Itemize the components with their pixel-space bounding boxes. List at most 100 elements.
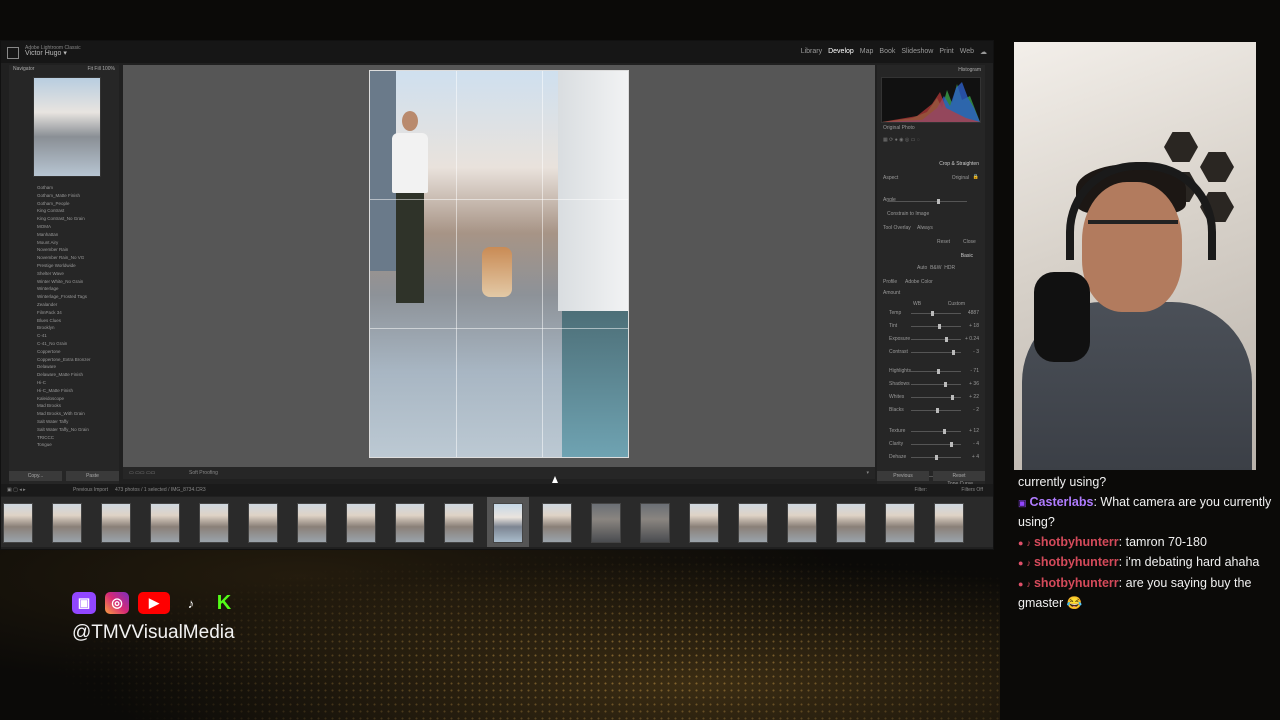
filmstrip-thumbnail[interactable] (591, 503, 621, 543)
preset-item[interactable]: Mount Airy (9, 240, 119, 248)
wb-dropdown[interactable]: Custom (948, 301, 965, 307)
treatment-hdr[interactable]: HDR (944, 265, 955, 271)
preset-item[interactable]: C-41_No Grain (9, 341, 119, 349)
preset-item[interactable]: Delaware_Matte Finish (9, 372, 119, 380)
crop-reset-button[interactable]: Reset (937, 239, 950, 245)
basic-panel-header[interactable]: Basic (961, 253, 973, 259)
slider-highlights[interactable] (911, 369, 961, 374)
slider-value[interactable]: + 36 (969, 381, 979, 387)
aspect-dropdown[interactable]: Original (952, 175, 969, 181)
slider-value[interactable]: + 22 (969, 394, 979, 400)
preset-item[interactable]: Shelter Wave (9, 271, 119, 279)
filmstrip-thumbnail[interactable] (150, 503, 180, 543)
preset-item[interactable]: King Contrast (9, 208, 119, 216)
slider-tint[interactable] (911, 324, 961, 329)
histogram-header[interactable]: Histogram (877, 65, 985, 75)
slider-value[interactable]: + 18 (969, 323, 979, 329)
treatment-auto[interactable]: Auto (917, 265, 927, 271)
filmstrip-thumbnail[interactable] (3, 503, 33, 543)
copy-button[interactable]: Copy... (9, 471, 62, 481)
module-book[interactable]: Book (879, 48, 895, 56)
filmstrip-thumbnail[interactable] (542, 503, 572, 543)
preset-item[interactable]: Hi-C (9, 380, 119, 388)
preset-item[interactable]: King Contrast_No Grain (9, 216, 119, 224)
previous-button[interactable]: Previous (877, 471, 929, 481)
preset-item[interactable]: Salt Water Taffy_No Grain (9, 427, 119, 435)
slider-value[interactable]: + 12 (969, 428, 979, 434)
preset-item[interactable]: TRICCC (9, 435, 119, 443)
slider-value[interactable]: - 4 (973, 441, 979, 447)
angle-slider[interactable] (887, 199, 967, 204)
slider-value[interactable]: + 0.24 (965, 336, 979, 342)
filmstrip-thumbnail[interactable] (346, 503, 376, 543)
lock-icon[interactable]: 🔒 (973, 174, 979, 180)
preset-item[interactable]: Winter White_No Grain (9, 279, 119, 287)
profile-dropdown[interactable]: Adobe Color (905, 279, 933, 285)
tool-overlay-dropdown[interactable]: Always (917, 225, 933, 231)
slider-value[interactable]: - 3 (973, 349, 979, 355)
preset-item[interactable]: MOMA (9, 224, 119, 232)
preset-item[interactable]: Winterlage (9, 286, 119, 294)
preset-item[interactable]: Winterlage_Frosted Tags (9, 294, 119, 302)
filmstrip-thumbnail[interactable] (885, 503, 915, 543)
module-print[interactable]: Print (939, 48, 953, 56)
preset-item[interactable]: Blues Clues (9, 318, 119, 326)
module-map[interactable]: Map (860, 48, 874, 56)
preset-item[interactable]: Gotham_Matte Finish (9, 193, 119, 201)
slider-value[interactable]: 4887 (968, 310, 979, 316)
filter-dropdown[interactable]: Filters Off (961, 487, 983, 493)
constrain-checkbox[interactable]: Constrain to Image (887, 211, 929, 217)
filmstrip-thumbnail[interactable] (199, 503, 229, 543)
slider-clarity[interactable] (911, 442, 961, 447)
navigator-preview[interactable] (33, 77, 101, 177)
filmstrip-thumbnail[interactable] (297, 503, 327, 543)
toolbar-menu-icon[interactable]: ▾ (866, 470, 869, 476)
paste-button[interactable]: Paste (66, 471, 119, 481)
filmstrip-thumbnail[interactable] (640, 503, 670, 543)
filmstrip-thumbnail[interactable] (836, 503, 866, 543)
zoom-fit[interactable]: Fit (87, 66, 93, 72)
preset-item[interactable]: Delaware (9, 364, 119, 372)
zoom-100[interactable]: 100% (102, 66, 115, 72)
filmstrip-thumbnail[interactable] (101, 503, 131, 543)
module-slideshow[interactable]: Slideshow (901, 48, 933, 56)
preset-item[interactable]: Salt Water Taffy (9, 419, 119, 427)
preset-item[interactable]: November Rain_No VG (9, 255, 119, 263)
preset-item[interactable]: Gotham_People (9, 201, 119, 209)
preset-item[interactable]: November Rain (9, 247, 119, 255)
filmstrip-thumbnail[interactable] (787, 503, 817, 543)
preset-item[interactable]: C-41 (9, 333, 119, 341)
filmstrip-nav-icons[interactable]: ▣ ▢ ◂ ▸ (7, 487, 26, 493)
preset-item[interactable]: Hi-C_Matte Finish (9, 388, 119, 396)
slider-exposure[interactable] (911, 337, 961, 342)
preset-item[interactable]: Gotham (9, 185, 119, 193)
tool-strip[interactable]: ▦ ⟳ ● ◉ ◎ ▭ ◌ (883, 137, 920, 143)
preset-item[interactable]: Coppertone (9, 349, 119, 357)
crop-close-button[interactable]: Close (963, 239, 976, 245)
slider-blacks[interactable] (911, 408, 961, 413)
cloud-icon[interactable]: ☁ (980, 48, 987, 56)
photo-canvas[interactable] (123, 65, 875, 467)
slider-dehaze[interactable] (911, 455, 961, 460)
slider-shadows[interactable] (911, 382, 961, 387)
navigator-header[interactable]: Navigator Fit Fill 100% (9, 65, 119, 77)
preset-item[interactable]: Zealander (9, 302, 119, 310)
preset-item[interactable]: Prestige Worldwide (9, 263, 119, 271)
filmstrip-thumbnail[interactable] (934, 503, 964, 543)
filmstrip-thumbnail[interactable] (248, 503, 278, 543)
slider-value[interactable]: + 4 (972, 454, 979, 460)
slider-texture[interactable] (911, 429, 961, 434)
preset-item[interactable]: Mad Brooks (9, 403, 119, 411)
loupe-view-icon[interactable]: ▭ ▭▭ ▭▭ (129, 470, 155, 476)
soft-proofing-toggle[interactable]: Soft Proofing (189, 470, 218, 476)
filmstrip-thumbnail[interactable] (738, 503, 768, 543)
module-library[interactable]: Library (801, 48, 822, 56)
zoom-fill[interactable]: Fill (94, 66, 100, 72)
preset-item[interactable]: Kaleidoscope (9, 396, 119, 404)
preset-item[interactable]: Brooklyn (9, 325, 119, 333)
module-web[interactable]: Web (960, 48, 974, 56)
module-develop[interactable]: Develop (828, 48, 854, 56)
filmstrip-thumbnail[interactable] (52, 503, 82, 543)
edited-photo[interactable] (369, 70, 629, 458)
slider-whites[interactable] (911, 395, 961, 400)
